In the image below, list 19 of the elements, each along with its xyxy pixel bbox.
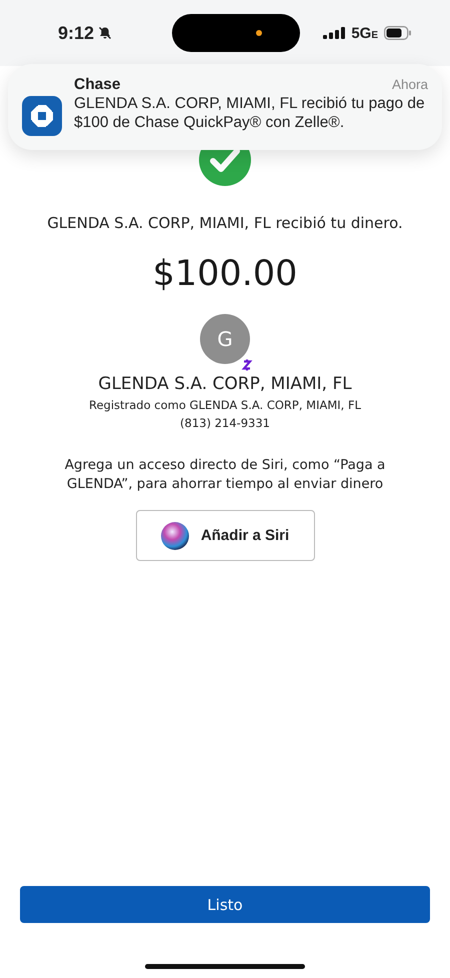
- siri-hint: Agrega un acceso directo de Siri, como “Paga a GLENDA”, para ahorrar tiempo al enviar dinero: [64, 456, 386, 494]
- done-button[interactable]: Listo: [20, 886, 430, 923]
- avatar: G: [200, 314, 250, 364]
- registered-name: Registrado como GLENDA S.A. CORP, MIAMI, FL: [88, 398, 361, 412]
- signal-icon: [323, 27, 346, 39]
- notification-app-name: Chase: [74, 76, 121, 94]
- notification-time: Ahora: [392, 77, 428, 92]
- phone-number: (813) 214-9331: [180, 416, 270, 430]
- octagon-logo-icon: [22, 96, 62, 136]
- status-time: 9:12: [58, 22, 94, 44]
- network-label: 5GE: [351, 24, 378, 42]
- notification-message: GLENDA S.A. CORP, MIAMI, FL recibió tu pago de $100 de Chase QuickPay® con Zelle®.: [74, 94, 426, 132]
- amount: $100.00: [152, 254, 298, 294]
- recipient-name: GLENDA S.A. CORP, MIAMI, FL: [98, 374, 352, 394]
- notification-banner[interactable]: Chase Ahora GLENDA S.A. CORP, MIAMI, FL recibió tu pago de $100 de Chase QuickPay® con Zelle®.: [8, 64, 442, 150]
- add-to-siri-button[interactable]: Añadir a Siri: [136, 510, 314, 561]
- siri-orb-icon: [160, 522, 189, 550]
- confirmation-message: GLENDA S.A. CORP, MIAMI, FL recibió tu dinero.: [47, 214, 403, 232]
- battery-icon: [384, 26, 412, 40]
